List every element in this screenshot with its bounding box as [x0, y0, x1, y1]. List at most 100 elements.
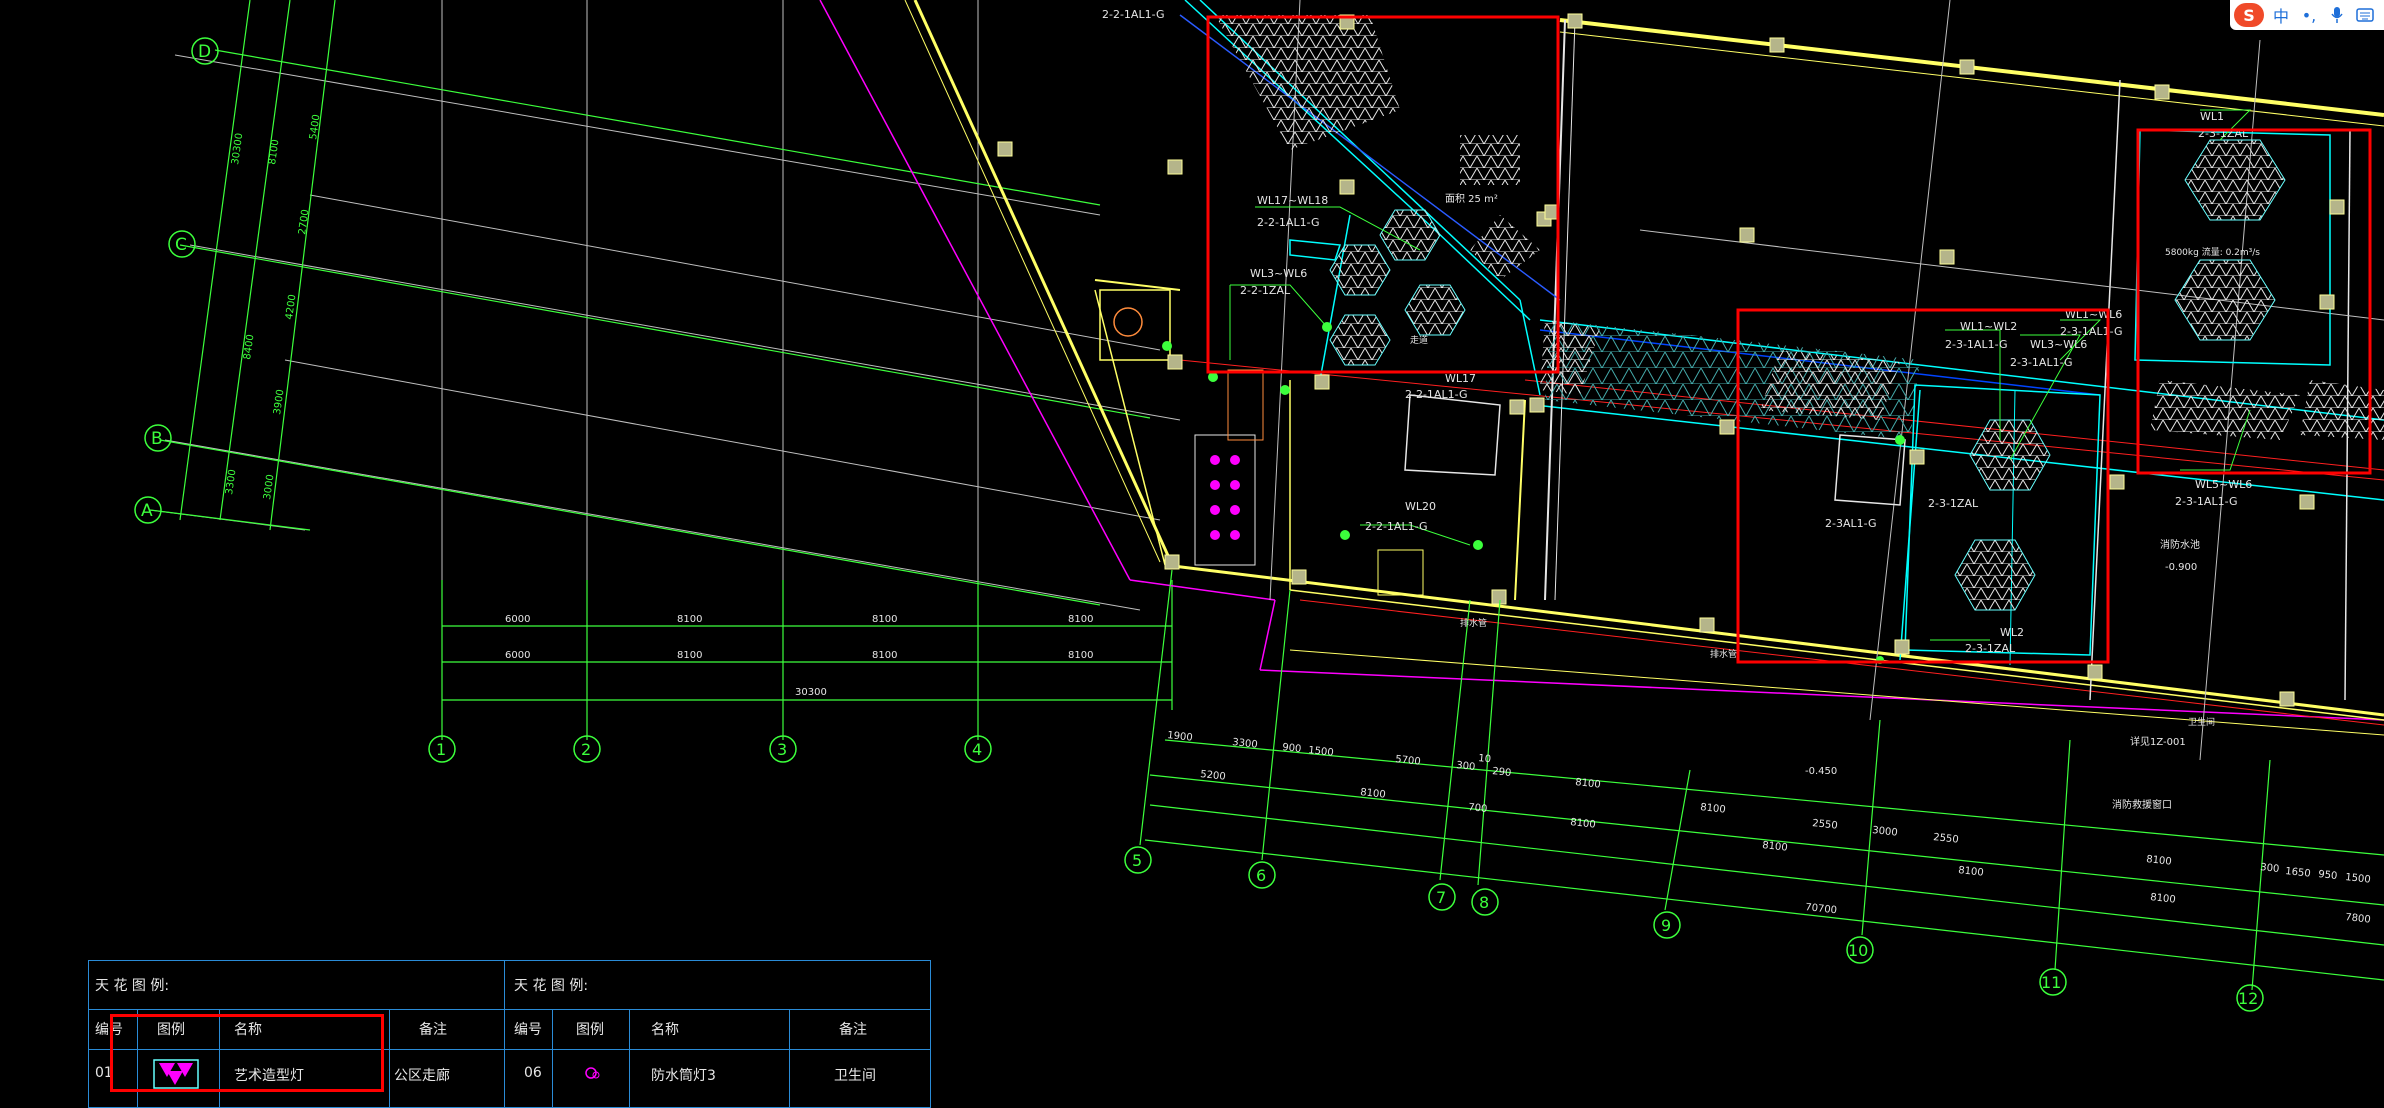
left-grid-lines [149, 0, 1181, 620]
svg-text:5700: 5700 [1395, 754, 1421, 768]
svg-text:8100: 8100 [2150, 892, 2176, 906]
svg-text:11: 11 [2041, 973, 2061, 992]
svg-text:5: 5 [1132, 851, 1142, 870]
svg-text:2-3-1AL1-G: 2-3-1AL1-G [2010, 356, 2072, 369]
svg-text:排水管: 排水管 [1710, 648, 1737, 660]
svg-text:WL3~WL6: WL3~WL6 [1250, 267, 1307, 280]
svg-text:2-3-1AL1-G: 2-3-1AL1-G [2060, 325, 2122, 338]
svg-text:8100: 8100 [677, 650, 702, 661]
svg-text:3300: 3300 [224, 469, 238, 496]
svg-text:6: 6 [1256, 866, 1266, 885]
svg-text:9: 9 [1661, 916, 1671, 935]
svg-text:6000: 6000 [505, 650, 530, 661]
legend-no: 06 [524, 1065, 542, 1081]
svg-text:2-2-1AL1-G: 2-2-1AL1-G [1102, 8, 1164, 21]
col-axis-bubbles-right: 5 6 7 8 9 10 11 12 [1124, 846, 2264, 1012]
svg-text:1650: 1650 [2285, 866, 2311, 880]
svg-text:2-2-1AL1-G: 2-2-1AL1-G [1405, 388, 1467, 401]
legend-header: 名称 [651, 1022, 679, 1038]
svg-text:2-2-1ZAL: 2-2-1ZAL [1240, 284, 1291, 297]
row-axis-bubbles: D C B A [134, 37, 219, 524]
svg-text:8400: 8400 [242, 334, 256, 361]
svg-text:面积 25 m²: 面积 25 m² [1445, 193, 1498, 205]
microphone-icon[interactable] [2326, 3, 2348, 27]
legend-remark: 卫生间 [834, 1068, 876, 1084]
svg-text:-0.900: -0.900 [2165, 562, 2197, 573]
svg-text:WL3~WL6: WL3~WL6 [2030, 338, 2087, 351]
svg-text:3300: 3300 [1232, 737, 1258, 751]
svg-text:7: 7 [1436, 888, 1446, 907]
svg-text:WL5~WL6: WL5~WL6 [2195, 478, 2252, 491]
svg-text:30300: 30300 [230, 132, 245, 165]
svg-text:10: 10 [1848, 941, 1868, 960]
svg-text:消防水池: 消防水池 [2160, 538, 2200, 551]
svg-text:2-2-1AL1-G: 2-2-1AL1-G [1257, 216, 1319, 229]
legend-header: 备注 [839, 1022, 867, 1038]
svg-text:排水管: 排水管 [1460, 617, 1487, 629]
svg-text:70700: 70700 [1805, 902, 1838, 916]
language-toggle[interactable]: 中 [2270, 3, 2292, 27]
svg-text:-0.450: -0.450 [1805, 766, 1837, 777]
svg-text:700: 700 [1468, 802, 1488, 815]
svg-text:8100: 8100 [1700, 802, 1726, 816]
svg-text:8100: 8100 [872, 614, 897, 625]
legend-title-left: 天 花 图 例: [95, 978, 170, 994]
svg-text:WL2: WL2 [2000, 626, 2024, 639]
svg-text:详见1Z-001: 详见1Z-001 [2130, 735, 2186, 748]
ime-toolbar[interactable]: S 中 •, [2230, 0, 2384, 30]
col-axis-bubbles-left: 1 2 3 4 [428, 700, 992, 763]
svg-text:8100: 8100 [1570, 817, 1596, 831]
svg-text:2550: 2550 [1812, 818, 1838, 832]
cad-drawing-canvas[interactable]: D C B A 30300 8100 5400 2700 4200 8400 3… [0, 0, 2384, 1108]
svg-text:5800kg 流量: 0.2m³/s: 5800kg 流量: 0.2m³/s [2165, 246, 2260, 258]
legend-name: 防水筒灯3 [651, 1068, 716, 1084]
svg-text:2700: 2700 [297, 209, 311, 236]
left-vertical-dims: 30300 8100 5400 2700 4200 8400 3900 3300… [224, 114, 322, 501]
legend-highlight-box [110, 1014, 384, 1092]
left-vertical-dimlines [149, 0, 1151, 606]
svg-text:3: 3 [777, 740, 787, 759]
svg-text:2-2-1AL1-G: 2-2-1AL1-G [1365, 520, 1427, 533]
axis-B: B [151, 429, 163, 449]
sogou-logo-icon[interactable]: S [2234, 3, 2264, 27]
svg-text:5400: 5400 [308, 114, 322, 141]
svg-text:30300: 30300 [795, 687, 827, 698]
svg-text:7800: 7800 [2345, 912, 2371, 926]
legend-header: 备注 [419, 1022, 447, 1038]
legend-header: 图例 [576, 1022, 604, 1038]
axis-C: C [175, 235, 187, 255]
svg-text:290: 290 [1492, 766, 1512, 779]
svg-text:8: 8 [1479, 893, 1489, 912]
svg-text:1900: 1900 [1167, 730, 1193, 744]
svg-text:8100: 8100 [677, 614, 702, 625]
svg-text:消防救援窗口: 消防救援窗口 [2112, 798, 2172, 811]
legend-remark: 公区走廊 [394, 1068, 450, 1084]
svg-text:卫生间: 卫生间 [2188, 716, 2215, 728]
svg-text:8100: 8100 [1068, 650, 1093, 661]
legend-header: 编号 [514, 1022, 542, 1038]
svg-text:8100: 8100 [2146, 854, 2172, 868]
punctuation-toggle[interactable]: •, [2298, 3, 2320, 27]
svg-text:300: 300 [1456, 760, 1476, 773]
svg-text:走道: 走道 [1410, 334, 1428, 346]
svg-text:2-3-1AL1-G: 2-3-1AL1-G [2175, 495, 2237, 508]
svg-text:900: 900 [1282, 742, 1302, 755]
svg-text:10: 10 [1478, 753, 1492, 765]
svg-text:2: 2 [581, 740, 591, 759]
left-bottom-dimlines [441, 580, 1173, 740]
svg-text:4: 4 [972, 740, 982, 759]
svg-text:12: 12 [2238, 989, 2258, 1008]
svg-text:1: 1 [436, 740, 446, 759]
svg-text:2-3-1ZAL: 2-3-1ZAL [1965, 642, 2016, 655]
svg-text:1500: 1500 [1308, 745, 1334, 759]
svg-text:8100: 8100 [1068, 614, 1093, 625]
svg-text:6000: 6000 [505, 614, 530, 625]
svg-text:8100: 8100 [872, 650, 897, 661]
waterproof-downlight-icon [583, 1063, 603, 1083]
svg-text:WL1: WL1 [2200, 110, 2224, 123]
svg-text:950: 950 [2318, 869, 2338, 882]
svg-text:8100: 8100 [1762, 840, 1788, 854]
svg-text:2-3AL1-G: 2-3AL1-G [1825, 517, 1877, 530]
keyboard-icon[interactable] [2354, 3, 2376, 27]
legend-title-right: 天 花 图 例: [514, 978, 589, 994]
